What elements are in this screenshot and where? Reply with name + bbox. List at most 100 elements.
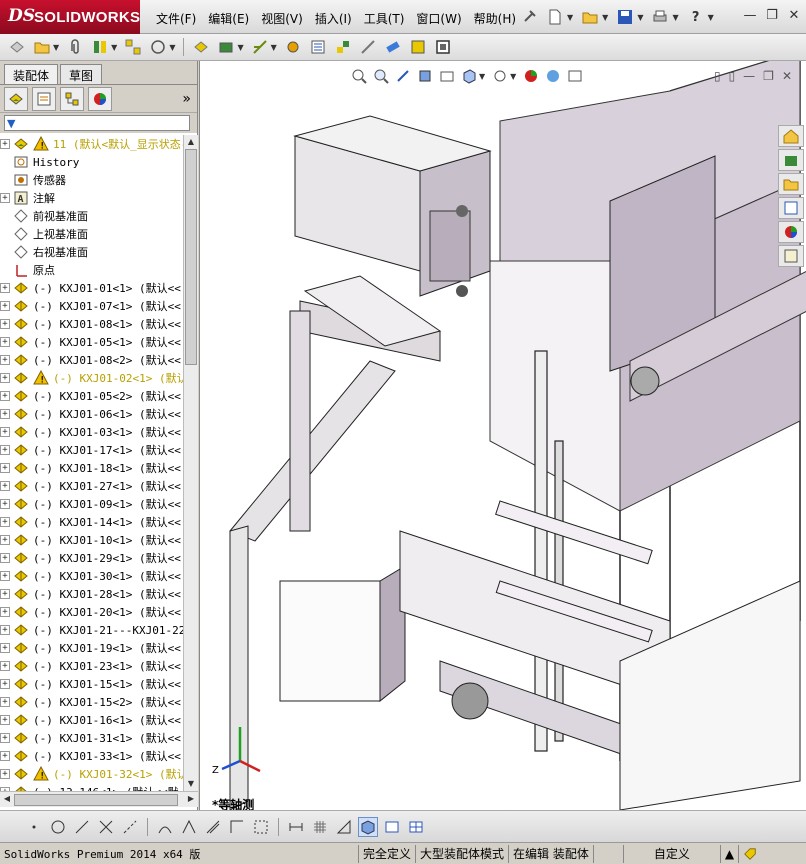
tile-vertical-icon[interactable]: ▯	[729, 69, 736, 83]
expand-icon[interactable]: +	[0, 463, 10, 473]
tree-item[interactable]: + (-) KXJ01-10<1> (默认<<	[0, 531, 183, 549]
minimize-icon[interactable]: —	[742, 8, 758, 24]
tree-item[interactable]: + (-) KXJ01-33<1> (默认<<	[0, 747, 183, 765]
tree-item[interactable]: + (-) KXJ01-19<1> (默认<<	[0, 639, 183, 657]
tree-item[interactable]: 前视基准面	[0, 207, 183, 225]
expand-icon[interactable]: +	[0, 193, 10, 203]
menu-item[interactable]: 视图(V)	[255, 9, 309, 27]
expand-icon[interactable]: +	[0, 445, 10, 455]
menu-item[interactable]: 编辑(E)	[202, 9, 255, 27]
tree-item[interactable]: + (-) KXJ01-07<1> (默认<<	[0, 297, 183, 315]
view-palette-icon[interactable]	[778, 197, 804, 219]
close-icon[interactable]: ✕	[786, 8, 802, 24]
expand-icon[interactable]: +	[0, 571, 10, 581]
tree-item[interactable]: + (-) KXJ01-03<1> (默认<<	[0, 423, 183, 441]
expand-icon[interactable]: +	[0, 553, 10, 563]
tree-item[interactable]: + (-) KXJ01-14<1> (默认<<	[0, 513, 183, 531]
grid-icon[interactable]	[310, 817, 330, 837]
tree-item[interactable]: + (-) KXJ01-23<1> (默认<<	[0, 657, 183, 675]
tree-item[interactable]: + (-) KXJ01-28<1> (默认<<	[0, 585, 183, 603]
tab-sketch[interactable]: 草图	[60, 64, 103, 84]
property-manager-icon[interactable]	[32, 86, 56, 111]
tree-item[interactable]: + (-) KXJ01-29<1> (默认<<	[0, 549, 183, 567]
expand-icon[interactable]: +	[0, 733, 10, 743]
view-orientation-icon[interactable]	[460, 67, 478, 85]
assembly-features-icon[interactable]	[215, 36, 237, 58]
expand-icon[interactable]: +	[0, 337, 10, 347]
scroll-down-icon[interactable]: ▼	[184, 777, 198, 791]
tree-item[interactable]: 传感器	[0, 171, 183, 189]
expand-icon[interactable]: +	[0, 409, 10, 419]
tree-horizontal-scrollbar[interactable]: ◀ ▶	[0, 791, 198, 807]
menu-item[interactable]: 文件(F)	[150, 9, 202, 27]
centerline-icon[interactable]	[120, 817, 140, 837]
dynamic-annotation-icon[interactable]	[438, 67, 456, 85]
scroll-right-icon[interactable]: ▶	[184, 792, 198, 806]
paperclip-icon[interactable]	[64, 36, 86, 58]
expand-icon[interactable]: +	[0, 499, 10, 509]
graphics-area[interactable]: ▼ ▼ ▯ ▯ — ❐ ✕ Z *等轴测	[199, 61, 806, 810]
tree-item[interactable]: + (-) KXJ01-27<1> (默认<<	[0, 477, 183, 495]
view-settings-icon[interactable]	[566, 67, 584, 85]
solidworks-logo[interactable]: DS SOLIDWORKS	[0, 0, 140, 34]
tree-item[interactable]: + (-) KXJ01-05<1> (默认<<	[0, 333, 183, 351]
chevron-down-icon[interactable]: ▼	[672, 13, 678, 22]
tree-vertical-scrollbar[interactable]: ▲ ▼	[183, 135, 198, 791]
tree-item[interactable]: + (-) KXJ01-30<1> (默认<<	[0, 567, 183, 585]
hole-alignment-icon[interactable]	[432, 36, 454, 58]
tree-item[interactable]: + (-) KXJ01-01<1> (默认<<	[0, 279, 183, 297]
tree-item[interactable]: + (-) KXJ01-18<1> (默认<<	[0, 459, 183, 477]
reference-geometry-icon[interactable]	[249, 36, 271, 58]
expand-icon[interactable]: +	[0, 301, 10, 311]
menu-item[interactable]: 插入(I)	[309, 9, 358, 27]
expand-icon[interactable]: +	[0, 625, 10, 635]
display-manager-icon[interactable]	[88, 86, 112, 111]
tree-item[interactable]: +! (-) KXJ01-02<1> (默认	[0, 369, 183, 387]
exploded-view-icon[interactable]	[332, 36, 354, 58]
open-folder-icon[interactable]	[31, 36, 53, 58]
chevron-down-icon[interactable]: ▼	[567, 13, 573, 22]
expand-icon[interactable]: +	[0, 481, 10, 491]
slot-icon[interactable]	[203, 817, 223, 837]
expand-panel-icon[interactable]: »	[182, 91, 191, 107]
tree-item[interactable]: + (-) KXJ01-21---KXJ01-22	[0, 621, 183, 639]
tree-item[interactable]: + A 注解	[0, 189, 183, 207]
expand-icon[interactable]: +	[0, 589, 10, 599]
circle-icon[interactable]	[48, 817, 68, 837]
minimize-icon[interactable]: —	[743, 69, 755, 83]
feature-manager-icon[interactable]	[4, 86, 28, 111]
display-style-icon[interactable]	[491, 67, 509, 85]
interference-detection-icon[interactable]	[382, 36, 404, 58]
scroll-left-icon[interactable]: ◀	[0, 792, 14, 806]
new-document-icon[interactable]	[544, 6, 566, 28]
tree-item[interactable]: + (-) KXJ01-09<1> (默认<<	[0, 495, 183, 513]
zoom-to-fit-icon[interactable]	[350, 67, 368, 85]
tree-item[interactable]: + (-) KXJ01-06<1> (默认<<	[0, 405, 183, 423]
appearance-icon[interactable]	[522, 67, 540, 85]
new-motion-study-icon[interactable]	[282, 36, 304, 58]
expand-icon[interactable]: +	[0, 643, 10, 653]
menu-item[interactable]: 窗口(W)	[410, 9, 467, 27]
hide-show-icon[interactable]	[190, 36, 212, 58]
smart-dimension-icon[interactable]	[286, 817, 306, 837]
tree-item[interactable]: + (-) KXJ01-17<1> (默认<<	[0, 441, 183, 459]
3d-sketch-icon[interactable]	[358, 816, 378, 837]
expand-icon[interactable]: +	[0, 283, 10, 293]
corner-icon[interactable]	[227, 817, 247, 837]
scene-icon[interactable]	[544, 67, 562, 85]
chevron-down-icon[interactable]: ▼	[708, 13, 714, 22]
expand-icon[interactable]: +	[0, 427, 10, 437]
chevron-down-icon[interactable]: ▼	[602, 13, 608, 22]
chevron-down-icon[interactable]: ▼	[53, 43, 59, 52]
tree-filter-input[interactable]: ▼	[4, 115, 190, 131]
scroll-up-icon[interactable]: ▲	[184, 135, 198, 149]
print-icon[interactable]	[649, 6, 671, 28]
component-pattern-icon[interactable]	[122, 36, 144, 58]
angle-icon[interactable]	[334, 817, 354, 837]
mirror-icon[interactable]	[179, 817, 199, 837]
expand-icon[interactable]: +	[0, 679, 10, 689]
menu-item[interactable]: 帮助(H)	[468, 9, 522, 27]
assembly-tool-icon[interactable]	[6, 36, 28, 58]
pin-icon[interactable]	[518, 6, 540, 28]
restore-icon[interactable]: ❐	[763, 69, 774, 83]
